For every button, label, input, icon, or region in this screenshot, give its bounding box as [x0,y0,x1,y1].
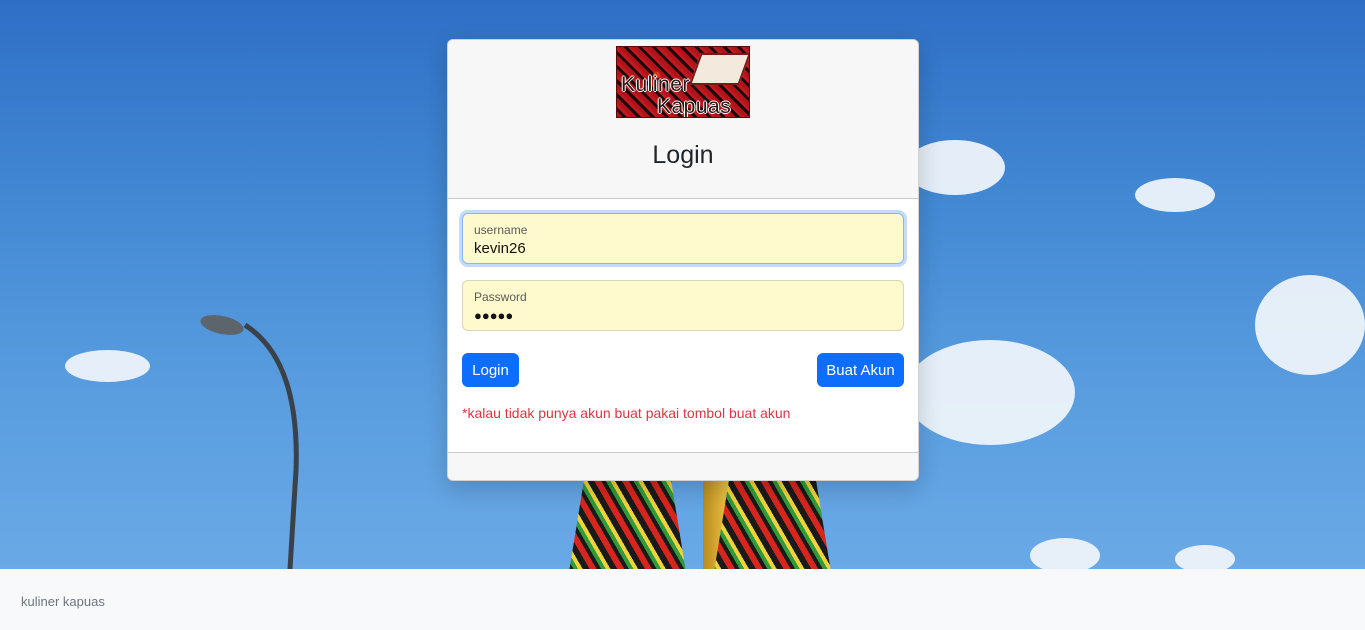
logo-text-line2: Kapuas [657,95,732,118]
cloud [1175,545,1235,569]
cloud [1030,538,1100,569]
footer-text: kuliner kapuas [21,594,105,609]
page-footer: kuliner kapuas [0,569,1365,630]
page-title: Login [652,141,714,169]
username-field[interactable]: username kevin26 [462,213,904,264]
cloud [1135,178,1215,212]
street-lamp [200,315,299,569]
login-button[interactable]: Login [462,353,519,387]
monument-ornament [569,480,831,569]
logo: Kuliner Kapuas [616,46,750,118]
card-footer [448,452,918,480]
create-account-button[interactable]: Buat Akun [817,353,904,387]
password-label: Password [474,290,527,304]
cloud [905,340,1075,445]
password-field[interactable]: Password ●●●●● [462,280,904,331]
password-input[interactable]: ●●●●● [474,308,513,323]
logo-text-line1: Kuliner [621,73,690,96]
login-card: Kuliner Kapuas Login username kevin26 Pa… [447,39,919,481]
logo-ornament [689,53,749,85]
register-hint: *kalau tidak punya akun buat pakai tombo… [462,405,791,421]
username-input[interactable]: kevin26 [474,240,526,257]
cloud [905,140,1005,195]
card-header: Kuliner Kapuas Login [448,40,918,199]
cloud [1255,275,1365,375]
username-label: username [474,223,528,237]
